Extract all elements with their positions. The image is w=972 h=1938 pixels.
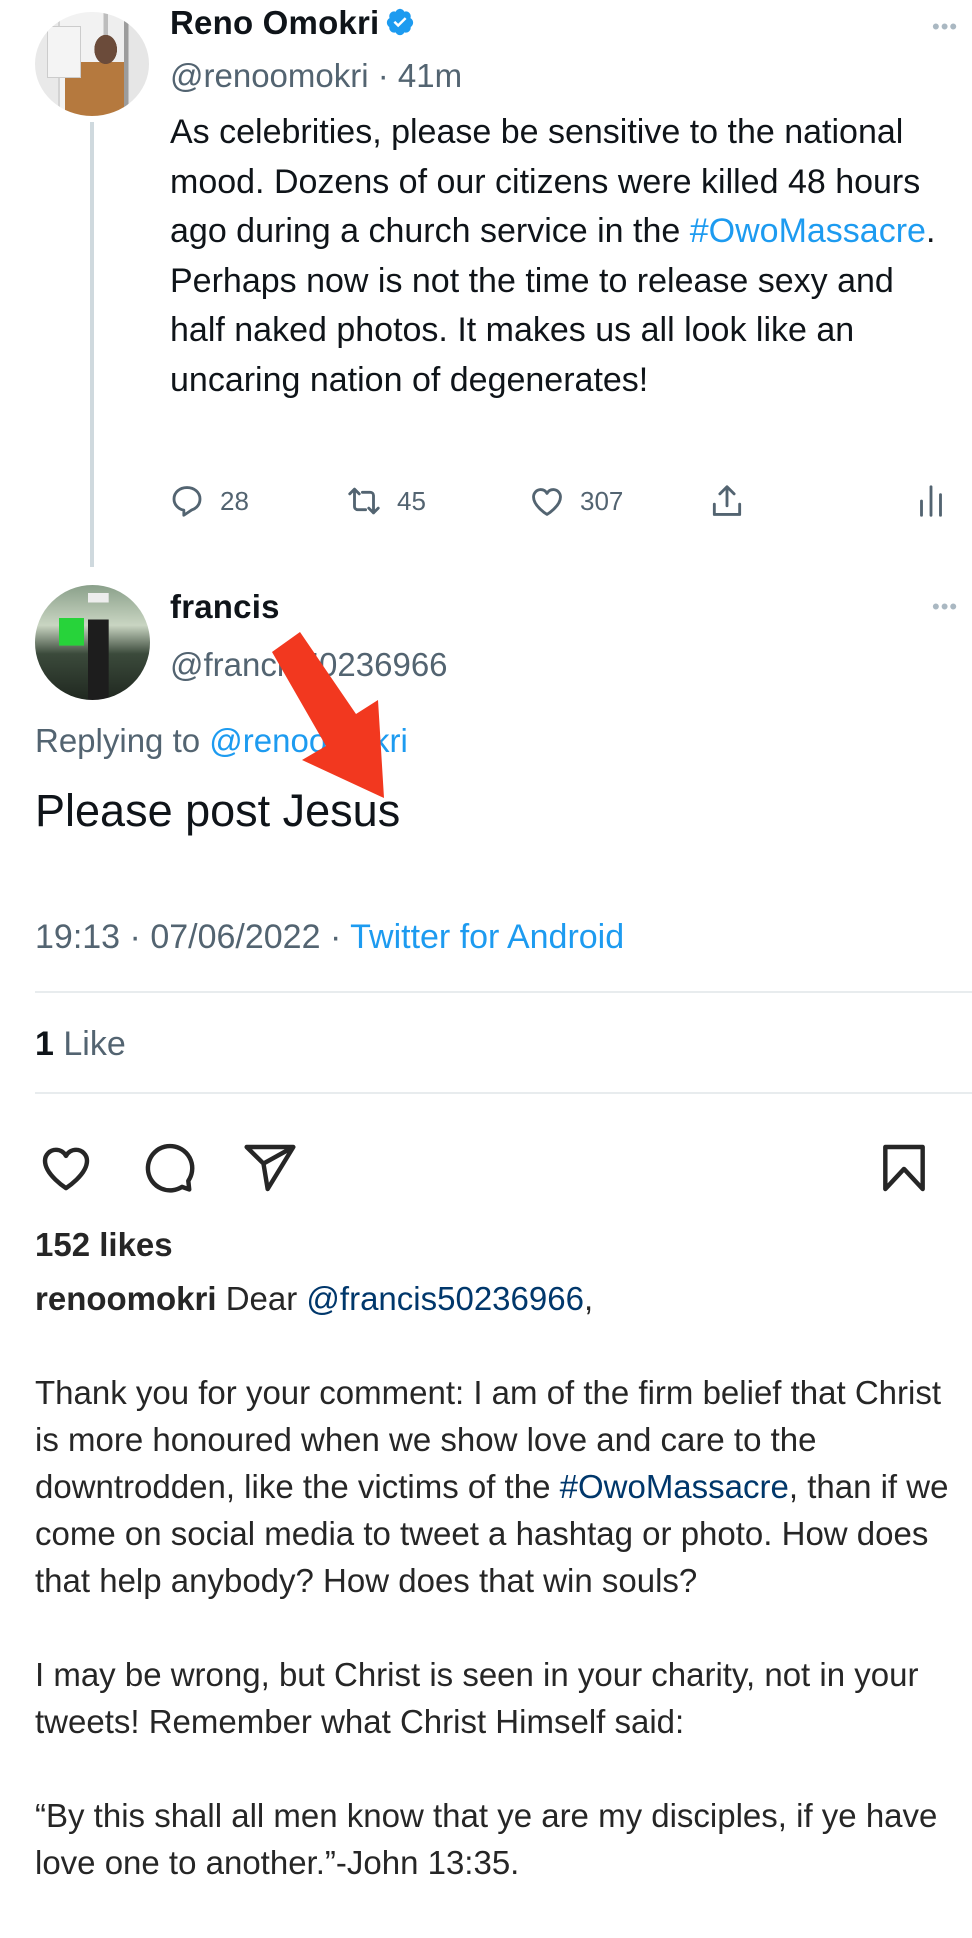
ig-comment-icon[interactable]: [140, 1140, 196, 1196]
replying-to-handle[interactable]: @renoomokri: [209, 722, 408, 759]
tweet-meta: @renoomokri · 41m: [170, 57, 462, 95]
tweet-author-name[interactable]: Reno Omokri: [170, 4, 379, 41]
verified-badge-icon: [387, 8, 414, 36]
reply-count: 28: [220, 485, 249, 516]
caption-greeting: Dear: [225, 1280, 298, 1317]
like-button[interactable]: 307: [528, 482, 623, 520]
analytics-icon: [920, 485, 942, 517]
hashtag-link[interactable]: #OwoMassacre: [690, 212, 926, 250]
timestamp-separator: ·: [329, 918, 342, 956]
reply-handle[interactable]: @francis50236966: [170, 646, 448, 684]
tweet-body: As celebrities, please be sensitive to t…: [170, 108, 950, 405]
heart-icon: [532, 488, 562, 516]
mention-suffix: ,: [583, 1280, 594, 1317]
tweet-action-bar: 28 45 307: [160, 482, 950, 526]
ig-share-icon[interactable]: [242, 1140, 298, 1196]
divider: [35, 1092, 972, 1094]
reply-like-count: 1: [35, 1025, 54, 1063]
ig-like-icon[interactable]: [38, 1140, 94, 1196]
reply-date: 07/06/2022: [150, 918, 321, 956]
ig-bookmark-icon[interactable]: [876, 1140, 932, 1196]
share-icon: [712, 485, 742, 516]
divider: [35, 991, 972, 993]
tweet-handle[interactable]: @renoomokri: [170, 57, 369, 94]
ig-mention-link[interactable]: @francis50236966: [306, 1280, 584, 1317]
caption-first-line: renoomokri Dear @francis50236966,: [35, 1275, 955, 1322]
tweet-more-button[interactable]: •••: [932, 14, 958, 40]
retweet-icon: [348, 487, 380, 515]
share-button[interactable]: [708, 482, 746, 520]
thread-line: [90, 122, 94, 567]
tweet-time[interactable]: 41m: [398, 57, 462, 94]
ig-username[interactable]: renoomokri: [35, 1280, 217, 1317]
reply-icon: [172, 486, 202, 517]
reply-time: 19:13: [35, 918, 121, 956]
reply-source-link[interactable]: Twitter for Android: [350, 918, 624, 956]
replying-to-label: Replying to: [35, 722, 201, 759]
reply-likes[interactable]: 1 Like: [35, 1025, 126, 1064]
meta-separator: ·: [377, 57, 389, 94]
caption-paragraph-1: Thank you for your comment: I am of the …: [35, 1369, 955, 1604]
ig-hashtag-link[interactable]: #OwoMassacre: [560, 1468, 789, 1505]
analytics-button[interactable]: [912, 482, 950, 520]
reply-text: Please post Jesus: [35, 785, 401, 836]
timestamp-separator: ·: [129, 918, 141, 956]
reply-timestamp: 19:13 · 07/06/2022 · Twitter for Android: [35, 918, 624, 957]
reply-button[interactable]: 28: [168, 482, 249, 520]
retweet-count: 45: [397, 485, 426, 516]
caption-paragraph-3: “By this shall all men know that ye are …: [35, 1797, 938, 1881]
avatar-reno-omokri[interactable]: [35, 12, 149, 116]
tweet-author-row: Reno Omokri: [170, 4, 415, 42]
caption-paragraph-2: I may be wrong, but Christ is seen in yo…: [35, 1656, 919, 1740]
like-count: 307: [580, 485, 624, 516]
replying-to: Replying to @renoomokri: [35, 722, 408, 760]
ig-likes-count[interactable]: 152 likes: [35, 1226, 173, 1264]
reply-author-name[interactable]: francis: [170, 588, 280, 626]
avatar-francis[interactable]: [35, 585, 150, 700]
avatar-plaque: [47, 26, 81, 78]
reply-like-label: Like: [63, 1025, 126, 1063]
ig-caption: renoomokri Dear @francis50236966, Thank …: [35, 1275, 955, 1886]
retweet-button[interactable]: 45: [345, 482, 426, 520]
reply-more-button[interactable]: •••: [932, 594, 958, 620]
